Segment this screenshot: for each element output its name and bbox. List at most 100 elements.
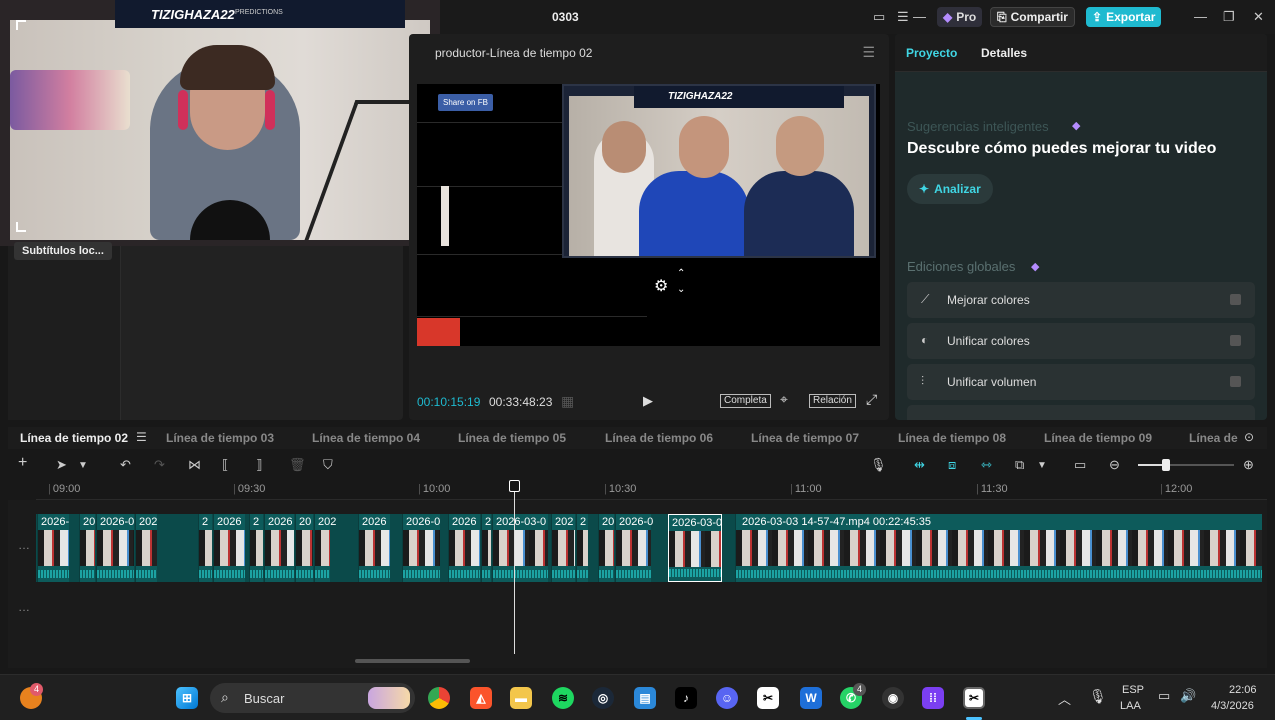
toggle-checkbox[interactable]: [1230, 294, 1241, 305]
menu-icon[interactable]: ☰: [136, 430, 147, 444]
subtitles-chip[interactable]: Subtítulos loc...: [14, 242, 112, 260]
video-clip[interactable]: 2: [576, 514, 588, 582]
zoom-slider-handle[interactable]: [1162, 459, 1170, 471]
shield-icon[interactable]: ⛉: [323, 457, 333, 473]
focus-icon[interactable]: ⌖: [780, 391, 788, 408]
tiktok-icon[interactable]: ♪: [675, 687, 697, 709]
video-clip[interactable]: 2026-0: [96, 514, 134, 582]
taskbar-search[interactable]: ⌕ Buscar: [210, 683, 415, 713]
menu-icon[interactable]: ☰: [897, 9, 909, 25]
store-icon[interactable]: ▤: [634, 687, 656, 709]
share-button[interactable]: ⎘ Compartir: [990, 7, 1075, 27]
video-clip[interactable]: 2: [481, 514, 491, 582]
horizontal-scrollbar[interactable]: [355, 659, 470, 663]
timeline-tracks[interactable]: … … 2026- 20 2026-0 202 2 2026 2 2026 20…: [8, 500, 1267, 668]
video-clip[interactable]: 202: [551, 514, 575, 582]
file-explorer-icon[interactable]: ▬: [510, 687, 532, 709]
video-clip[interactable]: 2026-03-03 14-57-47.mp4 00:22:45:35: [735, 514, 1262, 582]
word-icon[interactable]: W: [800, 687, 822, 709]
fullscreen-icon[interactable]: ⤢: [866, 391, 877, 408]
language-label[interactable]: ESP: [1122, 684, 1144, 696]
discord-icon[interactable]: ☺: [716, 687, 738, 709]
trim-right-icon[interactable]: ⟧: [256, 457, 262, 473]
tab-timeline-07[interactable]: Línea de tiempo 07: [751, 431, 859, 445]
toggle-checkbox[interactable]: [1230, 376, 1241, 387]
ratio-button[interactable]: Relación: [809, 394, 856, 408]
tab-timeline-09[interactable]: Línea de tiempo 09: [1044, 431, 1152, 445]
video-clip[interactable]: 202: [135, 514, 157, 582]
timeline-ruler[interactable]: 09:00 09:30 10:00 10:30 11:00 11:30 12:0…: [36, 480, 1267, 500]
toggle-checkbox[interactable]: [1230, 335, 1241, 346]
global-item-unify-volume[interactable]: ⫶ Unificar volumen: [907, 364, 1255, 400]
minimize-icon[interactable]: —: [1194, 9, 1207, 24]
chevron-down-icon[interactable]: ▼: [1037, 460, 1047, 471]
delete-icon[interactable]: 🗑: [289, 457, 306, 473]
chevron-down-icon[interactable]: ▼: [78, 460, 88, 471]
video-clip[interactable]: 2026: [213, 514, 245, 582]
tab-timeline-06[interactable]: Línea de tiempo 06: [605, 431, 713, 445]
video-clip[interactable]: 20: [598, 514, 614, 582]
zoom-out-icon[interactable]: ⊖: [1109, 457, 1120, 473]
chain-icon[interactable]: ⇿: [981, 457, 992, 473]
track-handle[interactable]: …: [18, 600, 30, 614]
global-item-enhance-colors[interactable]: ⟋ Mejorar colores: [907, 282, 1255, 318]
playhead-line[interactable]: [514, 484, 515, 654]
redo-icon[interactable]: ↷: [154, 457, 165, 473]
tab-timeline-05[interactable]: Línea de tiempo 05: [458, 431, 566, 445]
split-icon[interactable]: ⋈: [188, 457, 201, 473]
window-menu-icon[interactable]: —: [913, 9, 926, 24]
global-item-partial[interactable]: [907, 405, 1255, 420]
tab-timeline-04[interactable]: Línea de tiempo 04: [312, 431, 420, 445]
chrome-icon[interactable]: [428, 687, 450, 709]
windows-start-icon[interactable]: ⊞: [176, 687, 198, 709]
share-fb-button[interactable]: Share on FB: [438, 94, 493, 111]
video-clip[interactable]: 2026-0: [615, 514, 653, 582]
volume-icon[interactable]: 🔊: [1180, 688, 1196, 704]
capcut-active-icon[interactable]: ✂: [963, 687, 985, 709]
video-clip[interactable]: 202: [314, 514, 336, 582]
undo-icon[interactable]: ↶: [120, 457, 131, 473]
add-icon[interactable]: +: [18, 454, 27, 472]
play-button[interactable]: ▶: [643, 393, 653, 409]
obs-icon[interactable]: ◉: [882, 687, 904, 709]
video-clip[interactable]: 2026: [448, 514, 480, 582]
microphone-icon[interactable]: 🎙: [1089, 688, 1107, 705]
layout-icon[interactable]: ▭: [873, 9, 885, 25]
video-clip[interactable]: 2026-0: [402, 514, 440, 582]
network-icon[interactable]: ▭: [1158, 688, 1170, 704]
restore-icon[interactable]: ❐: [1223, 9, 1235, 25]
chevron-up-icon[interactable]: ︿: [1058, 689, 1071, 708]
tab-timeline-08[interactable]: Línea de tiempo 08: [898, 431, 1006, 445]
zoom-slider[interactable]: [1138, 459, 1234, 471]
cursor-icon[interactable]: ➤: [56, 457, 67, 473]
clock-date[interactable]: 4/3/2026: [1211, 700, 1254, 712]
tab-timeline-more[interactable]: Línea de: [1189, 431, 1238, 445]
full-button[interactable]: Completa: [720, 394, 771, 408]
chevron-up-icon[interactable]: ⌃: [677, 268, 685, 279]
spotify-icon[interactable]: ≋: [552, 687, 574, 709]
analyze-button[interactable]: ✦ Analizar: [907, 174, 993, 204]
menu-icon[interactable]: ☰: [862, 44, 875, 61]
track-handle[interactable]: …: [18, 538, 30, 552]
gear-icon[interactable]: ⚙: [654, 276, 668, 296]
trim-left-icon[interactable]: ⟦: [222, 457, 228, 473]
export-button[interactable]: ⇪ Exportar: [1086, 7, 1162, 27]
playhead-handle[interactable]: [509, 480, 520, 492]
thumbnail-icon[interactable]: ▭: [1074, 457, 1086, 473]
video-clip[interactable]: 2026-: [37, 514, 69, 582]
layout-label[interactable]: LAA: [1120, 700, 1141, 712]
link-icon[interactable]: ⇹: [914, 457, 925, 473]
brave-icon[interactable]: ◭: [470, 687, 492, 709]
video-clip[interactable]: 2026: [358, 514, 390, 582]
tab-project[interactable]: Proyecto: [906, 46, 957, 60]
preview-axis-icon[interactable]: ⧉: [1015, 457, 1024, 473]
chevron-down-icon[interactable]: ⌄: [677, 284, 685, 295]
timeline-options-icon[interactable]: ⊙: [1244, 430, 1254, 444]
grid-icon[interactable]: ▦: [561, 393, 574, 410]
tab-timeline-03[interactable]: Línea de tiempo 03: [166, 431, 274, 445]
video-clip[interactable]: 2026-03-0: [492, 514, 548, 582]
global-item-unify-colors[interactable]: ◐ Unificar colores: [907, 323, 1255, 359]
selected-video-clip[interactable]: 2026-03-0: [668, 514, 722, 582]
tab-details[interactable]: Detalles: [981, 46, 1027, 60]
capcut-icon[interactable]: ✂: [757, 687, 779, 709]
